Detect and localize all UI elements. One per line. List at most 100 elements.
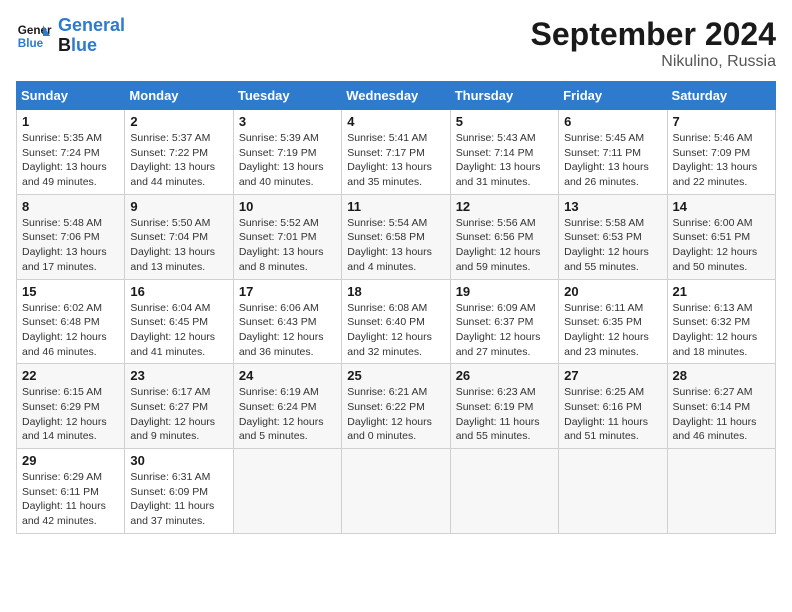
cell-sunset: Sunset: 7:17 PM [347, 147, 425, 159]
day-number: 12 [456, 199, 553, 214]
cell-sunrise: Sunrise: 5:58 AM [564, 217, 644, 229]
day-number: 11 [347, 199, 444, 214]
title-block: September 2024 Nikulino, Russia [531, 16, 776, 71]
day-number: 9 [130, 199, 227, 214]
cell-daylight: Daylight: 11 hours and 51 minutes. [564, 416, 648, 443]
cell-sunrise: Sunrise: 6:21 AM [347, 386, 427, 398]
cell-daylight: Daylight: 12 hours and 27 minutes. [456, 331, 541, 358]
cell-sunset: Sunset: 6:22 PM [347, 401, 425, 413]
cell-daylight: Daylight: 12 hours and 23 minutes. [564, 331, 649, 358]
cell-daylight: Daylight: 11 hours and 46 minutes. [673, 416, 757, 443]
cell-sunrise: Sunrise: 6:19 AM [239, 386, 319, 398]
calendar-cell: 10 Sunrise: 5:52 AM Sunset: 7:01 PM Dayl… [233, 194, 341, 279]
cell-daylight: Daylight: 12 hours and 9 minutes. [130, 416, 215, 443]
cell-sunset: Sunset: 6:37 PM [456, 316, 534, 328]
cell-sunrise: Sunrise: 5:43 AM [456, 132, 536, 144]
cell-sunrise: Sunrise: 6:13 AM [673, 302, 753, 314]
day-number: 29 [22, 453, 119, 468]
calendar-cell: 2 Sunrise: 5:37 AM Sunset: 7:22 PM Dayli… [125, 110, 233, 195]
cell-sunrise: Sunrise: 6:02 AM [22, 302, 102, 314]
cell-sunrise: Sunrise: 6:08 AM [347, 302, 427, 314]
calendar-cell: 4 Sunrise: 5:41 AM Sunset: 7:17 PM Dayli… [342, 110, 450, 195]
calendar-cell: 6 Sunrise: 5:45 AM Sunset: 7:11 PM Dayli… [559, 110, 667, 195]
day-number: 1 [22, 114, 119, 129]
location: Nikulino, Russia [531, 53, 776, 71]
day-number: 26 [456, 368, 553, 383]
day-number: 17 [239, 284, 336, 299]
logo-icon: General Blue [16, 18, 52, 54]
calendar-cell: 15 Sunrise: 6:02 AM Sunset: 6:48 PM Dayl… [17, 279, 125, 364]
calendar-body: 1 Sunrise: 5:35 AM Sunset: 7:24 PM Dayli… [17, 110, 776, 534]
day-number: 27 [564, 368, 661, 383]
cell-sunset: Sunset: 6:40 PM [347, 316, 425, 328]
day-number: 22 [22, 368, 119, 383]
cell-daylight: Daylight: 12 hours and 14 minutes. [22, 416, 107, 443]
day-number: 15 [22, 284, 119, 299]
cell-sunrise: Sunrise: 5:35 AM [22, 132, 102, 144]
calendar-cell: 11 Sunrise: 5:54 AM Sunset: 6:58 PM Dayl… [342, 194, 450, 279]
cell-daylight: Daylight: 12 hours and 59 minutes. [456, 246, 541, 273]
weekday-header-saturday: Saturday [667, 82, 775, 110]
cell-daylight: Daylight: 11 hours and 42 minutes. [22, 500, 106, 527]
cell-daylight: Daylight: 12 hours and 41 minutes. [130, 331, 215, 358]
cell-sunset: Sunset: 6:53 PM [564, 231, 642, 243]
weekday-header-friday: Friday [559, 82, 667, 110]
calendar-cell: 23 Sunrise: 6:17 AM Sunset: 6:27 PM Dayl… [125, 364, 233, 449]
cell-sunset: Sunset: 7:01 PM [239, 231, 317, 243]
day-number: 20 [564, 284, 661, 299]
day-number: 10 [239, 199, 336, 214]
cell-daylight: Daylight: 12 hours and 55 minutes. [564, 246, 649, 273]
cell-sunset: Sunset: 7:22 PM [130, 147, 208, 159]
calendar-cell: 26 Sunrise: 6:23 AM Sunset: 6:19 PM Dayl… [450, 364, 558, 449]
calendar-cell: 18 Sunrise: 6:08 AM Sunset: 6:40 PM Dayl… [342, 279, 450, 364]
cell-sunset: Sunset: 6:11 PM [22, 486, 99, 498]
calendar-cell: 9 Sunrise: 5:50 AM Sunset: 7:04 PM Dayli… [125, 194, 233, 279]
day-number: 30 [130, 453, 227, 468]
day-number: 4 [347, 114, 444, 129]
cell-sunrise: Sunrise: 6:25 AM [564, 386, 644, 398]
cell-sunrise: Sunrise: 6:15 AM [22, 386, 102, 398]
cell-sunrise: Sunrise: 5:48 AM [22, 217, 102, 229]
cell-sunset: Sunset: 6:45 PM [130, 316, 208, 328]
calendar-cell: 22 Sunrise: 6:15 AM Sunset: 6:29 PM Dayl… [17, 364, 125, 449]
calendar-cell: 16 Sunrise: 6:04 AM Sunset: 6:45 PM Dayl… [125, 279, 233, 364]
calendar-week-row: 1 Sunrise: 5:35 AM Sunset: 7:24 PM Dayli… [17, 110, 776, 195]
cell-daylight: Daylight: 12 hours and 5 minutes. [239, 416, 324, 443]
cell-sunset: Sunset: 6:29 PM [22, 401, 100, 413]
calendar-header: SundayMondayTuesdayWednesdayThursdayFrid… [17, 82, 776, 110]
day-number: 6 [564, 114, 661, 129]
calendar-cell [667, 449, 775, 534]
day-number: 2 [130, 114, 227, 129]
cell-sunset: Sunset: 6:48 PM [22, 316, 100, 328]
cell-sunset: Sunset: 7:11 PM [564, 147, 641, 159]
calendar-cell: 21 Sunrise: 6:13 AM Sunset: 6:32 PM Dayl… [667, 279, 775, 364]
day-number: 21 [673, 284, 770, 299]
calendar-week-row: 22 Sunrise: 6:15 AM Sunset: 6:29 PM Dayl… [17, 364, 776, 449]
cell-sunset: Sunset: 7:24 PM [22, 147, 100, 159]
weekday-header-wednesday: Wednesday [342, 82, 450, 110]
cell-sunset: Sunset: 6:43 PM [239, 316, 317, 328]
calendar-cell: 29 Sunrise: 6:29 AM Sunset: 6:11 PM Dayl… [17, 449, 125, 534]
cell-sunrise: Sunrise: 5:56 AM [456, 217, 536, 229]
cell-sunrise: Sunrise: 5:37 AM [130, 132, 210, 144]
cell-daylight: Daylight: 13 hours and 13 minutes. [130, 246, 215, 273]
cell-sunset: Sunset: 6:56 PM [456, 231, 534, 243]
svg-text:Blue: Blue [18, 37, 44, 50]
cell-sunrise: Sunrise: 6:09 AM [456, 302, 536, 314]
calendar-cell: 19 Sunrise: 6:09 AM Sunset: 6:37 PM Dayl… [450, 279, 558, 364]
cell-sunrise: Sunrise: 5:46 AM [673, 132, 753, 144]
weekday-header-sunday: Sunday [17, 82, 125, 110]
cell-daylight: Daylight: 13 hours and 4 minutes. [347, 246, 432, 273]
calendar-cell: 14 Sunrise: 6:00 AM Sunset: 6:51 PM Dayl… [667, 194, 775, 279]
month-title: September 2024 [531, 16, 776, 53]
cell-sunrise: Sunrise: 6:06 AM [239, 302, 319, 314]
calendar-table: SundayMondayTuesdayWednesdayThursdayFrid… [16, 81, 776, 534]
cell-sunset: Sunset: 6:24 PM [239, 401, 317, 413]
weekday-header-thursday: Thursday [450, 82, 558, 110]
cell-sunrise: Sunrise: 6:23 AM [456, 386, 536, 398]
cell-sunrise: Sunrise: 6:27 AM [673, 386, 753, 398]
cell-sunset: Sunset: 6:32 PM [673, 316, 751, 328]
cell-sunset: Sunset: 6:19 PM [456, 401, 534, 413]
day-number: 5 [456, 114, 553, 129]
cell-sunrise: Sunrise: 5:45 AM [564, 132, 644, 144]
